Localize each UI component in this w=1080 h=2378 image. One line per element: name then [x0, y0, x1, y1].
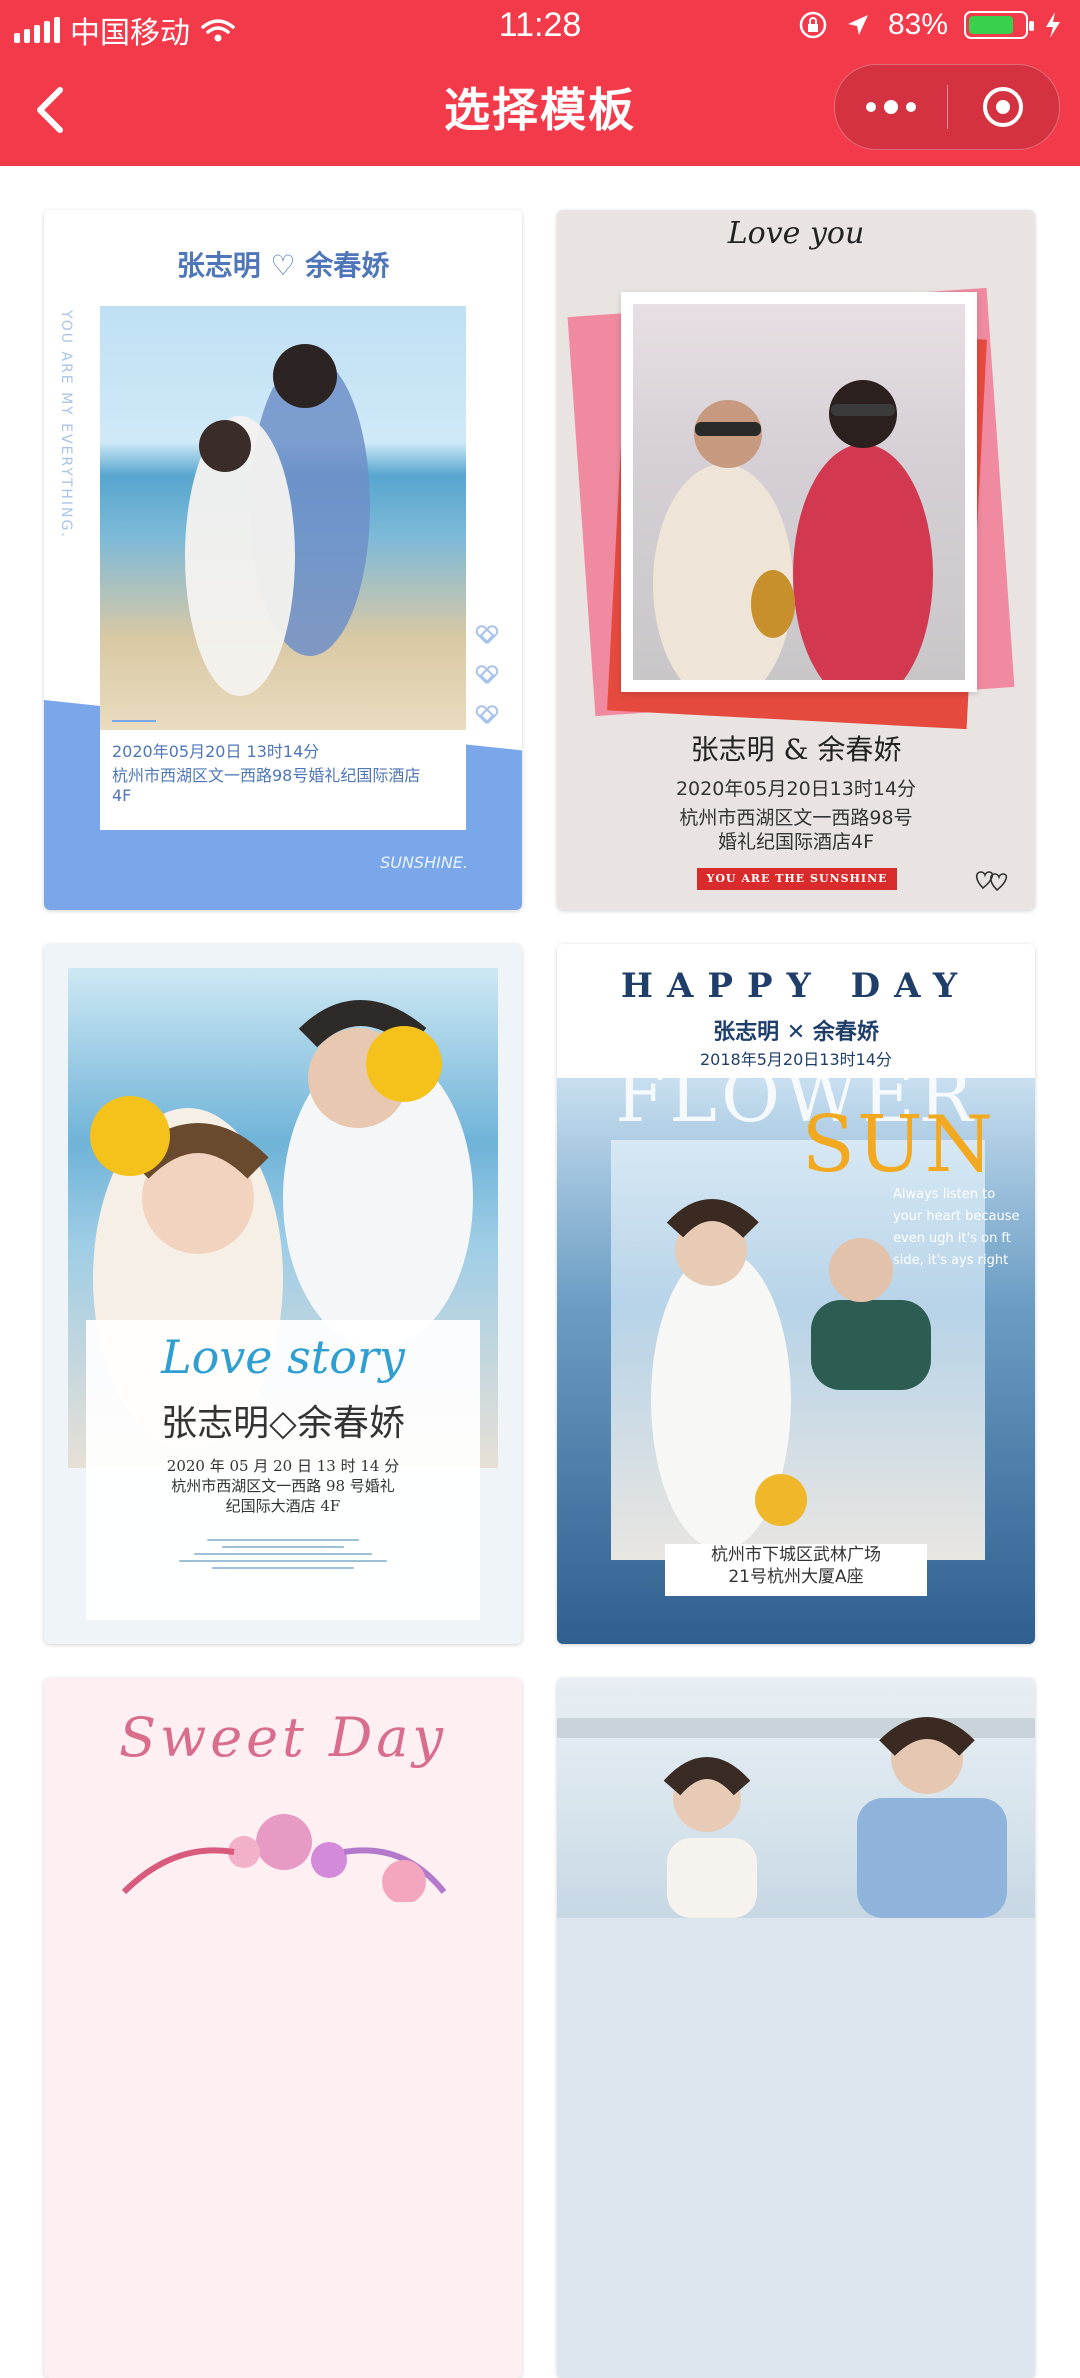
- background-word: SUN: [801, 1100, 995, 1190]
- template-card[interactable]: 张志明 ♡ 余春娇 YOU ARE MY EVERYTHING. 2020年05…: [44, 210, 522, 910]
- template-details: 2020 年 05 月 20 日 13 时 14 分 杭州市西湖区文一西路 98…: [86, 1456, 480, 1516]
- template-info-box: 2020年05月20日 13时14分 杭州市西湖区文一西路98号婚礼纪国际酒店4…: [100, 720, 466, 830]
- template-tag: YOU ARE THE SUNSHINE: [697, 868, 897, 890]
- location-arrow-icon: [847, 15, 868, 35]
- template-headline: Love you: [727, 216, 865, 251]
- more-dots-icon: [865, 100, 916, 114]
- top-bar: 中国移动 11:28 83% 选择模板: [0, 0, 1080, 166]
- battery-icon: [964, 11, 1034, 39]
- template-card[interactable]: HAPPY DAY 张志明 ✕ 余春娇 2018年5月20日13时14分 FLO…: [557, 944, 1035, 1644]
- template-date: 2020年05月20日13时14分: [675, 778, 917, 800]
- template-headline: Love story: [161, 1330, 405, 1384]
- charging-bolt-icon: [1046, 12, 1060, 38]
- heart-icon: [476, 666, 498, 686]
- template-date: 2020 年 05 月 20 日 13 时 14 分: [166, 1457, 400, 1475]
- couple-photo: [633, 304, 965, 680]
- status-bar: 中国移动 11:28 83%: [0, 0, 1080, 54]
- template-quote: Always listen to your heart because even…: [893, 1187, 1020, 1268]
- template-grid: 张志明 ♡ 余春娇 YOU ARE MY EVERYTHING. 2020年05…: [0, 166, 1080, 2378]
- template-footer: SUNSHINE.: [380, 853, 468, 872]
- more-button[interactable]: [835, 65, 947, 149]
- template-address: 杭州市西湖区文一西路98号 婚礼纪国际酒店4F: [679, 807, 913, 853]
- couple-photo: [100, 306, 466, 730]
- template-address: 杭州市下城区武林广场 21号杭州大厦A座: [665, 1544, 927, 1596]
- template-card[interactable]: Love story 张志明◇余春娇 2020 年 05 月 20 日 13 时…: [44, 944, 522, 1644]
- battery-level: [969, 16, 1013, 34]
- template-names: 张志明 ✕ 余春娇: [713, 1020, 879, 1045]
- template-card[interactable]: [557, 1678, 1035, 2378]
- photo-frame: [621, 292, 977, 692]
- template-headline: HAPPY DAY: [620, 966, 972, 1006]
- battery-percent: 83%: [887, 8, 948, 41]
- heart-icon: [476, 626, 498, 646]
- template-names: 张志明 ♡ 余春娇: [176, 249, 390, 282]
- template-names: 张志明 & 余春娇: [690, 733, 902, 766]
- template-names: 张志明◇余春娇: [161, 1403, 405, 1444]
- template-address: 杭州市西湖区文一西路98号婚礼纪国际酒店4F: [112, 766, 421, 805]
- heart-icon: [476, 706, 498, 726]
- couple-photo: [557, 1678, 1035, 1918]
- close-mini-program-button[interactable]: [948, 65, 1060, 149]
- mini-program-capsule: [834, 64, 1060, 150]
- template-card[interactable]: Sweet Day: [44, 1678, 522, 2378]
- floral-decoration: [121, 1814, 447, 1902]
- template-side-text: YOU ARE MY EVERYTHING.: [58, 310, 74, 539]
- target-circle-icon: [983, 87, 1024, 127]
- template-info-panel: Love story 张志明◇余春娇 2020 年 05 月 20 日 13 时…: [86, 1320, 480, 1620]
- rotation-lock-icon: [799, 11, 827, 39]
- fine-print: [156, 1534, 410, 1592]
- template-date: 2020年05月20日 13时14分: [112, 742, 320, 761]
- nav-bar: 选择模板: [0, 54, 1080, 166]
- double-heart-icon: [975, 871, 1008, 892]
- template-card[interactable]: Love you 张志明 & 余春娇 2020年05月20日13时14分 杭州市…: [557, 210, 1035, 910]
- template-headline: Sweet Day: [119, 1706, 447, 1769]
